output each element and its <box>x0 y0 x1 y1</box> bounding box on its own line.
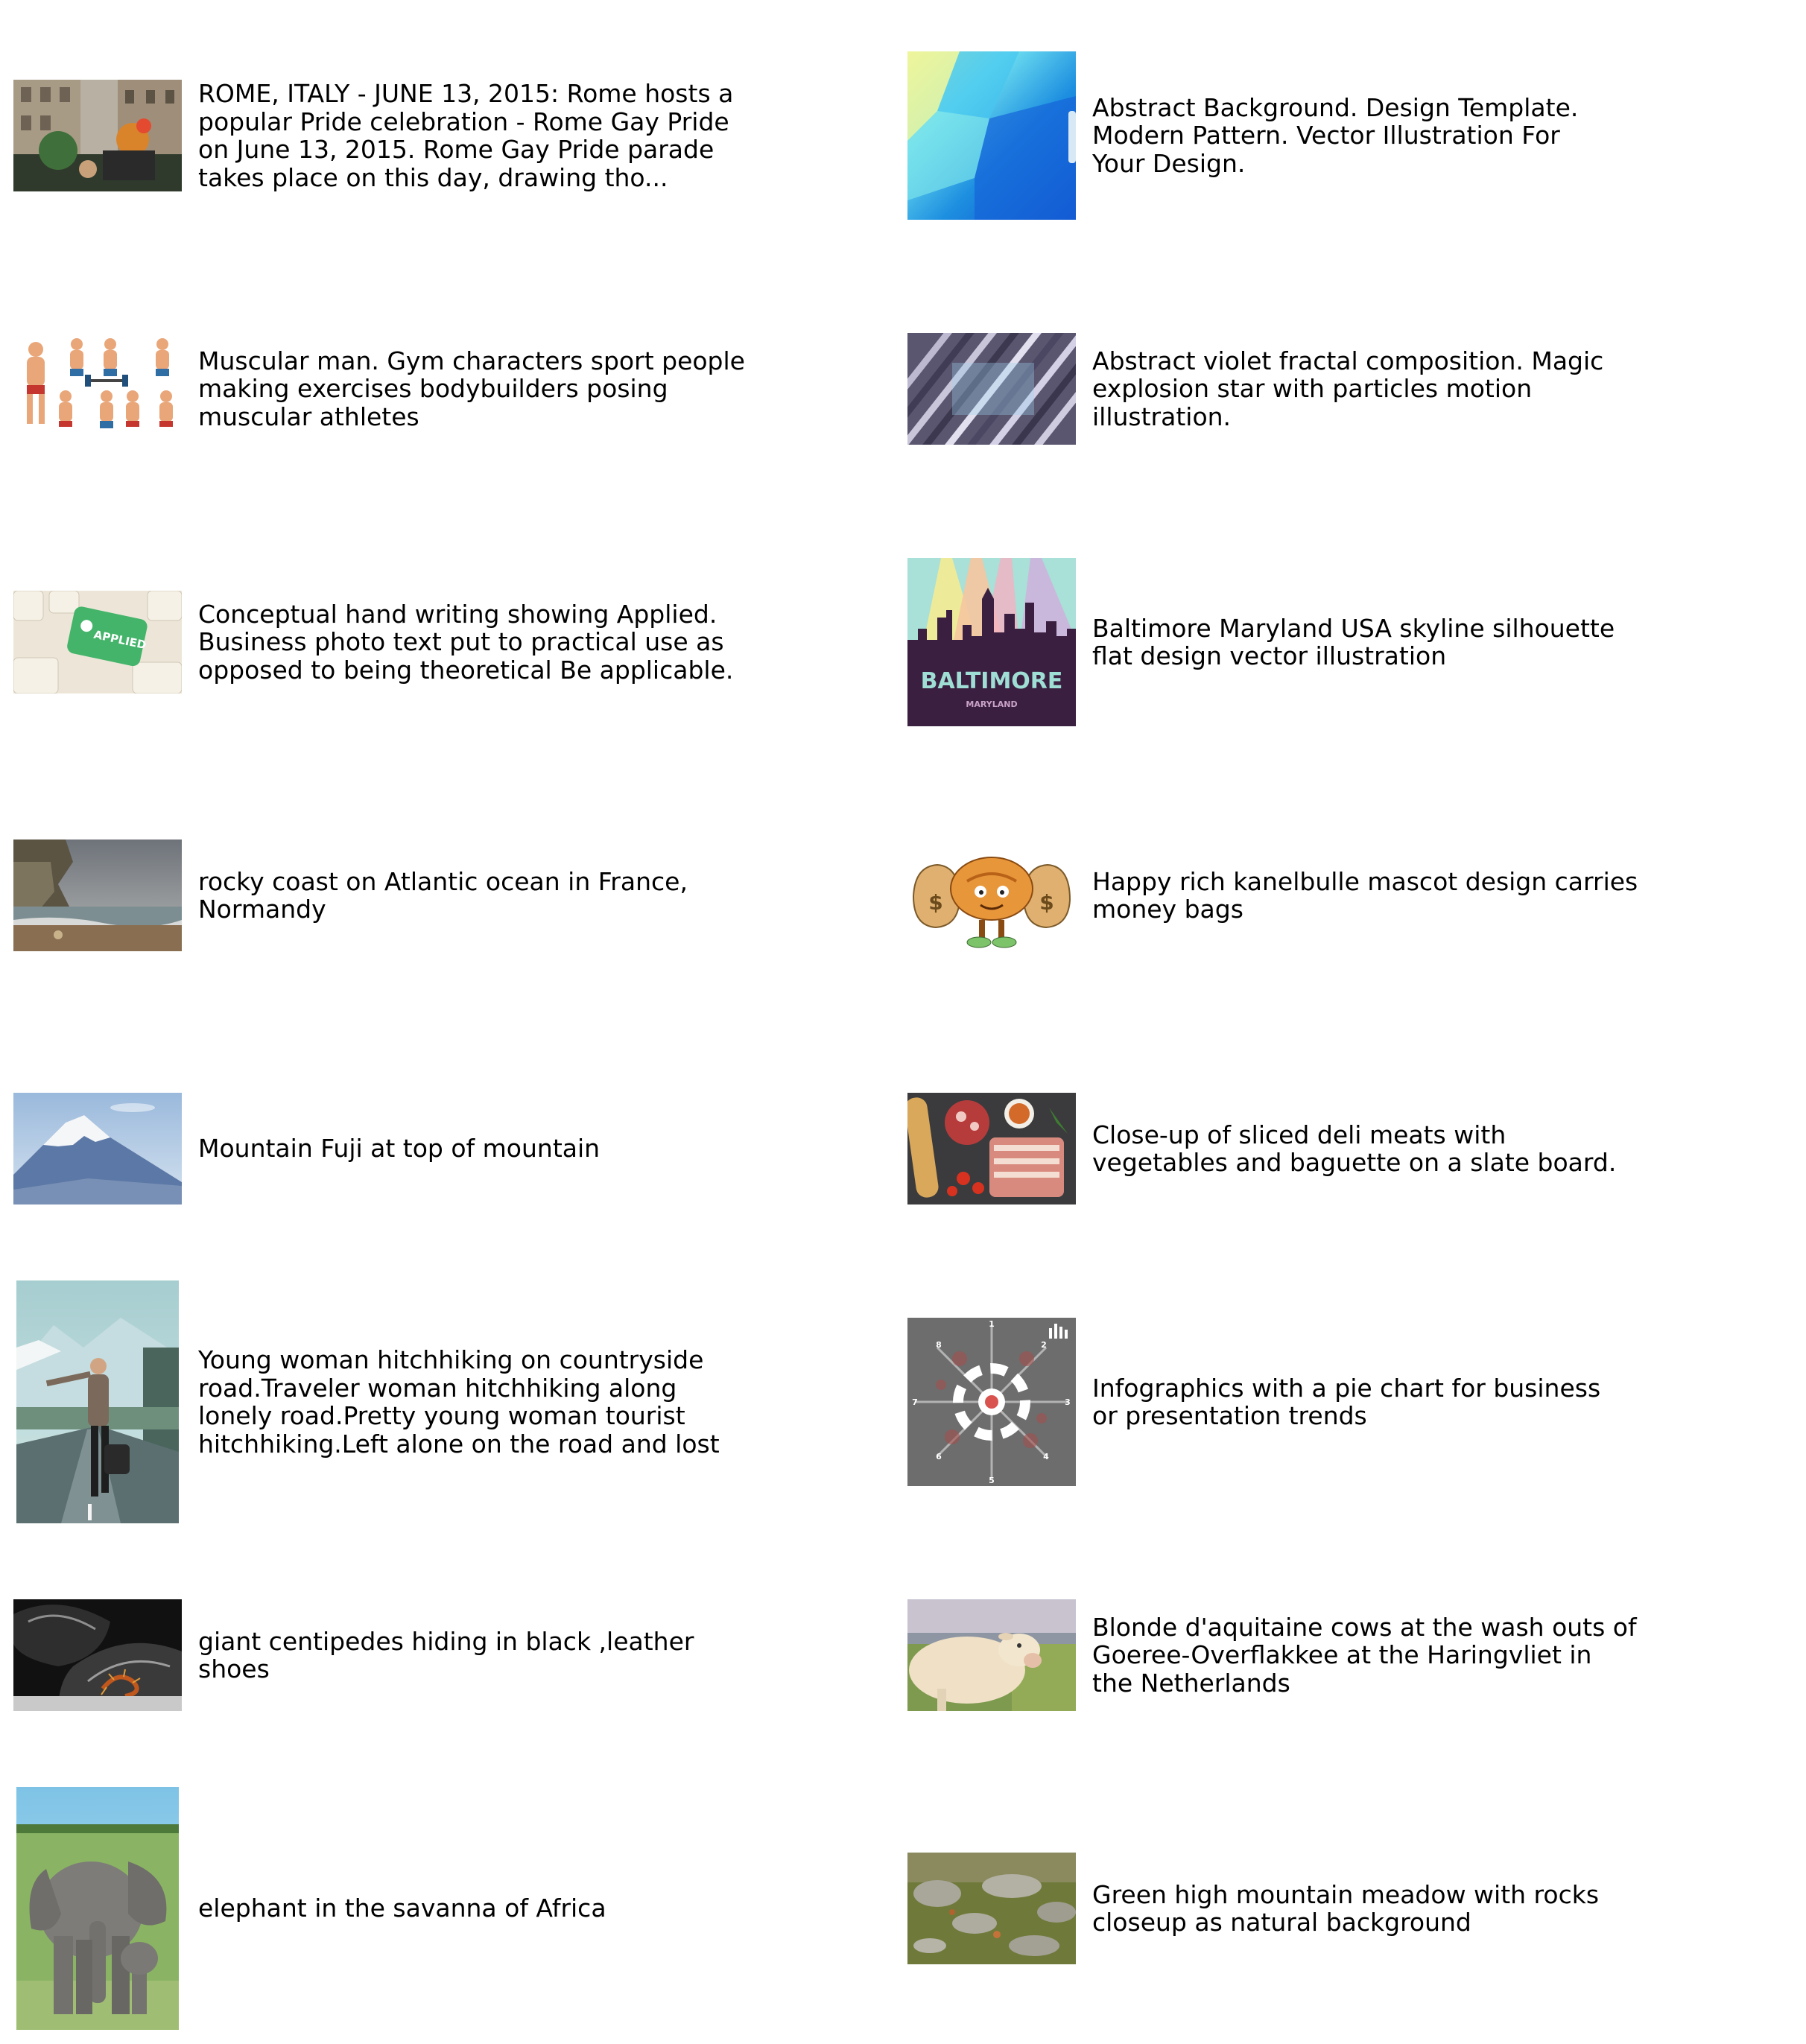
caption-text: Infographics with a pie chart for busine… <box>1092 1373 1601 1430</box>
segment-number: 6 <box>936 1452 942 1461</box>
caption-text: giant centipedes hiding in black ,leathe… <box>198 1626 694 1683</box>
list-item[interactable]: Blonde d'aquitaine cows at the wash outs… <box>907 1529 1764 1782</box>
pie-chart-infographic-thumbnail[interactable]: 1 2 3 4 5 6 7 8 <box>907 1318 1076 1486</box>
money-bag-symbol: $ <box>928 890 942 915</box>
deli-meats-thumbnail[interactable] <box>907 1093 1076 1204</box>
list-item[interactable]: giant centipedes hiding in black ,leathe… <box>13 1529 870 1782</box>
caption-text: elephant in the savanna of Africa <box>198 1894 606 1923</box>
maryland-subtitle: MARYLAND <box>966 699 1017 709</box>
list-item[interactable]: Mountain Fuji at top of mountain <box>13 1022 870 1275</box>
segment-number: 8 <box>936 1340 942 1350</box>
image-caption-grid: ROME, ITALY - JUNE 13, 2015: Rome hosts … <box>0 0 1806 2044</box>
caption-text: Baltimore Maryland USA skyline silhouett… <box>1092 613 1615 670</box>
list-item[interactable]: APPLIED Conceptual hand writing showing … <box>13 515 870 769</box>
caption-text: Muscular man. Gym characters sport peopl… <box>198 346 745 431</box>
segment-number: 3 <box>1065 1397 1071 1407</box>
caption-text: Conceptual hand writing showing Applied.… <box>198 599 734 685</box>
mountain-meadow-thumbnail[interactable] <box>907 1853 1076 1964</box>
list-item[interactable]: rocky coast on Atlantic ocean in France,… <box>13 769 870 1022</box>
caption-text: ROME, ITALY - JUNE 13, 2015: Rome hosts … <box>198 79 734 192</box>
list-item[interactable]: elephant in the savanna of Africa <box>13 1782 870 2035</box>
list-item[interactable]: Young woman hitchhiking on countryside r… <box>13 1275 870 1529</box>
elephant-savanna-thumbnail[interactable] <box>16 1787 179 2030</box>
caption-text: Close-up of sliced deli meats with veget… <box>1092 1120 1617 1177</box>
segment-number: 4 <box>1043 1452 1049 1461</box>
bodybuilders-thumbnail[interactable] <box>13 333 182 445</box>
rocky-coast-thumbnail[interactable] <box>13 840 182 951</box>
applied-keyboard-thumbnail[interactable]: APPLIED <box>13 591 182 694</box>
caption-text: Mountain Fuji at top of mountain <box>198 1134 601 1164</box>
list-item[interactable]: ROME, ITALY - JUNE 13, 2015: Rome hosts … <box>13 9 870 262</box>
hitchhiking-woman-thumbnail[interactable] <box>16 1280 179 1523</box>
list-item[interactable]: BALTIMORE MARYLAND Baltimore Maryland US… <box>907 515 1764 769</box>
caption-text: Young woman hitchhiking on countryside r… <box>198 1345 720 1459</box>
blonde-cow-thumbnail[interactable] <box>907 1599 1076 1711</box>
list-item[interactable]: Muscular man. Gym characters sport peopl… <box>13 262 870 515</box>
caption-text: Abstract violet fractal composition. Mag… <box>1092 346 1604 431</box>
list-item[interactable]: Abstract violet fractal composition. Mag… <box>907 262 1764 515</box>
caption-text: Abstract Background. Design Template. Mo… <box>1092 92 1579 178</box>
caption-text: rocky coast on Atlantic ocean in France,… <box>198 866 688 924</box>
caption-text: Blonde d'aquitaine cows at the wash outs… <box>1092 1612 1637 1698</box>
abstract-background-thumbnail[interactable] <box>907 51 1076 220</box>
segment-number: 1 <box>989 1319 995 1329</box>
list-item[interactable]: Close-up of sliced deli meats with veget… <box>907 1022 1764 1275</box>
segment-number: 5 <box>989 1476 995 1485</box>
segment-number: 2 <box>1041 1340 1047 1350</box>
kanelbulle-mascot-thumbnail[interactable]: $ $ <box>907 837 1076 954</box>
centipede-shoes-thumbnail[interactable] <box>13 1599 182 1711</box>
segment-number: 7 <box>912 1397 918 1407</box>
rome-pride-thumbnail[interactable] <box>13 80 182 191</box>
caption-text: Green high mountain meadow with rocks cl… <box>1092 1879 1600 1937</box>
caption-text: Happy rich kanelbulle mascot design carr… <box>1092 866 1638 924</box>
list-item[interactable]: 1 2 3 4 5 6 7 8 Infographics with a pie … <box>907 1275 1764 1529</box>
baltimore-title: BALTIMORE <box>921 668 1063 694</box>
list-item[interactable]: Green high mountain meadow with rocks cl… <box>907 1782 1764 2035</box>
mount-fuji-thumbnail[interactable] <box>13 1093 182 1204</box>
list-item[interactable]: $ $ Happy rich kanelbulle mascot design … <box>907 769 1764 1022</box>
money-bag-symbol: $ <box>1039 890 1054 915</box>
list-item[interactable]: Abstract Background. Design Template. Mo… <box>907 9 1764 262</box>
violet-fractal-thumbnail[interactable] <box>907 333 1076 445</box>
baltimore-skyline-thumbnail[interactable]: BALTIMORE MARYLAND <box>907 558 1076 726</box>
